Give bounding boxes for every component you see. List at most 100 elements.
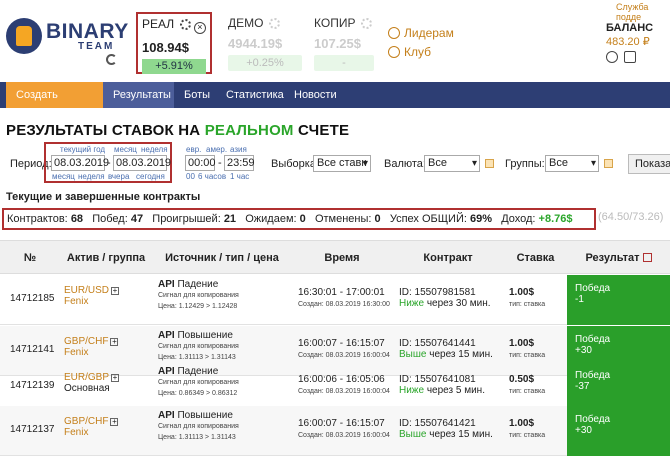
leaders-link[interactable]: Лидерам (388, 26, 454, 40)
time-quick-00[interactable]: 00 (186, 172, 195, 181)
row-stake-type: тип: ставка (509, 301, 546, 308)
groups-options-icon[interactable] (604, 159, 613, 168)
expand-icon[interactable]: + (111, 374, 120, 382)
nav-results[interactable]: Результаты (103, 82, 174, 108)
date-from-input[interactable]: 08.03.2019 (51, 155, 109, 171)
nav-bots[interactable]: Боты (174, 82, 220, 108)
quick-week-top[interactable]: неделя (141, 145, 168, 154)
table-header: № Актив / группа Источник / тип / цена В… (0, 240, 670, 274)
row-group: Основная (64, 383, 110, 394)
nav-news[interactable]: Новости (284, 82, 347, 108)
account-copy[interactable]: КОПИР 107.25$ - (314, 16, 374, 71)
time-to-input[interactable]: 23:59 (224, 155, 255, 171)
row-stake-type: тип: ставка (509, 388, 546, 395)
col-stake: Ставка (516, 252, 555, 264)
row-direction: Повышение (177, 410, 233, 421)
support-link[interactable]: Служба подде (616, 2, 670, 22)
table-row[interactable]: 14712137 GBP/CHF + Fenix API Повышение Сигн… (0, 406, 670, 456)
time-quick-6h[interactable]: 6 часов (198, 172, 226, 181)
row-stake: 1.00$ (509, 287, 535, 298)
row-asset[interactable]: EUR/USD (64, 285, 109, 296)
row-price: Цена: 1.31113 > 1.31143 (158, 354, 236, 361)
currency-select[interactable]: Все (424, 155, 480, 172)
currency-options-icon[interactable] (485, 159, 494, 168)
row-created: Создан: 08.03.2019 16:30:00 (298, 301, 390, 308)
nav-stats[interactable]: Статистика (216, 82, 294, 108)
row-result: Победа -1 (567, 275, 670, 325)
table-row[interactable]: 14712139 EUR/GBP + Основная API Падение Сиг… (0, 362, 670, 412)
row-contract-id: ID: 15507641421 (399, 418, 476, 429)
help-icon[interactable] (642, 253, 652, 262)
col-asset: Актив / группа (66, 252, 146, 264)
expand-icon[interactable]: + (111, 287, 120, 295)
quick-month-top[interactable]: месяц (114, 145, 137, 154)
row-asset[interactable]: GBP/CHF (64, 336, 108, 347)
time-from-input[interactable]: 00:00 (185, 155, 216, 171)
refresh-icon[interactable] (106, 54, 117, 65)
currency-label: Валюта: (384, 158, 426, 170)
col-source: Источник / тип / цена (165, 252, 279, 264)
row-asset[interactable]: GBP/CHF (64, 416, 108, 427)
col-contract: Контракт (423, 252, 473, 264)
row-time: 16:30:01 - 17:00:01 (298, 287, 385, 298)
gear-icon[interactable] (179, 19, 191, 30)
row-signal: Сигнал для копирования (158, 343, 239, 350)
club-link[interactable]: Клуб (388, 45, 431, 59)
row-stake: 1.00$ (509, 418, 535, 429)
row-result: Победа -37 (567, 362, 670, 412)
wallet-icon[interactable] (624, 51, 636, 63)
session-asia[interactable]: азия (230, 145, 247, 154)
date-to-input[interactable]: 08.03.2019 (113, 155, 171, 171)
stat-waiting: 0 (299, 213, 306, 225)
nav-create-contract[interactable]: Создать контракт (6, 82, 103, 127)
col-number: № (23, 252, 37, 264)
page-title: РЕЗУЛЬТАТЫ СТАВОК НА РЕАЛЬНОМ СЧЕТЕ (6, 122, 350, 139)
gear-icon[interactable] (360, 18, 372, 29)
quick-today[interactable]: сегодня (136, 172, 165, 181)
row-signal: Сигнал для копирования (158, 423, 239, 430)
row-source: API (158, 279, 175, 290)
session-amer[interactable]: амер. (206, 145, 227, 154)
row-time: 16:00:06 - 16:05:06 (298, 374, 385, 385)
account-demo-name: ДЕМО (228, 16, 264, 30)
quick-week[interactable]: неделя (78, 172, 105, 181)
row-source: API (158, 410, 175, 421)
row-direction: Повышение (177, 330, 233, 341)
coins-icon[interactable] (606, 51, 618, 63)
quick-month[interactable]: месяц (52, 172, 75, 181)
row-expiry: через 15 мин. (426, 429, 493, 440)
time-quick-1h[interactable]: 1 час (230, 172, 249, 181)
account-demo[interactable]: ДЕМО 4944.19$ +0.25% (228, 16, 302, 71)
row-direction: Падение (177, 366, 219, 377)
row-time: 16:00:07 - 16:15:07 (298, 338, 385, 349)
session-eur[interactable]: евр. (186, 145, 201, 154)
stat-wins: 47 (130, 213, 144, 225)
stat-contracts: 68 (70, 213, 84, 225)
row-result: Победа +30 (567, 406, 670, 456)
stat-losses: 21 (223, 213, 237, 225)
table-row[interactable]: 14712185 EUR/USD + Fenix API Падение Сигнал… (0, 275, 670, 325)
stat-income: +8.76$ (538, 213, 573, 225)
gear-icon[interactable] (268, 18, 280, 29)
quick-yesterday[interactable]: вчера (108, 172, 129, 181)
balance-label: БАЛАНС (606, 22, 654, 34)
quick-current-year[interactable]: текущий год (60, 145, 105, 154)
expand-icon[interactable]: + (110, 338, 119, 346)
row-dir-word: Ниже (399, 298, 425, 309)
expand-icon[interactable]: + (110, 418, 119, 426)
account-real[interactable]: РЕАЛ × 108.94$ +5.91% (136, 12, 212, 74)
club-icon (388, 46, 400, 58)
time-sep: - (218, 157, 222, 169)
section-subtitle: Текущие и завершенные контракты (6, 191, 201, 203)
show-button[interactable]: Показат (628, 154, 670, 174)
logo-icon[interactable] (6, 18, 42, 54)
account-copy-pct: - (314, 55, 374, 71)
close-icon[interactable]: × (193, 22, 206, 34)
groups-select[interactable]: Все (545, 155, 599, 172)
main-nav: Создать контракт Результаты Боты Статист… (0, 82, 670, 127)
row-group: Fenix (64, 296, 89, 307)
row-id: 14712139 (10, 380, 55, 391)
selection-select[interactable]: Все ставк (313, 155, 371, 172)
row-asset[interactable]: EUR/GBP (64, 372, 109, 383)
row-created: Создан: 08.03.2019 16:00:04 (298, 388, 390, 395)
